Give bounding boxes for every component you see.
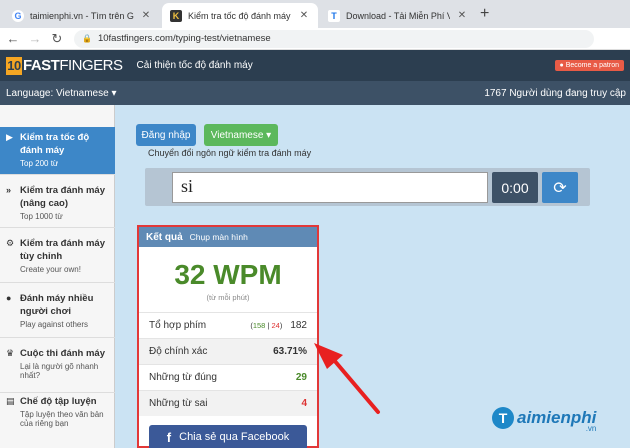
caret-down-icon: ▾ (263, 129, 272, 141)
wrong-words-value: 4 (301, 398, 307, 409)
typing-input[interactable]: si (172, 172, 488, 203)
watermark-initial: T (492, 407, 514, 429)
accuracy-label: Độ chính xác (149, 346, 208, 357)
close-icon[interactable]: ✕ (456, 10, 468, 21)
forward-icon: » (6, 185, 12, 195)
keystrokes-close: ) (279, 321, 283, 330)
browser-toolbar: ← → ↻ 🔒 10fastfingers.com/typing-test/vi… (0, 28, 630, 50)
sidebar-item-multiplayer[interactable]: ● Đánh máy nhiều người chơi Play against … (0, 288, 115, 338)
sidebar-item-sub: Top 1000 từ (20, 212, 63, 221)
online-users-count: 1767 Người dùng đang truy cập (484, 88, 626, 99)
site-subheader: Language: Vietnamese ▾ 1767 Người dùng đ… (0, 81, 630, 105)
reload-icon[interactable]: ↻ (48, 31, 66, 47)
patron-label: Become a patron (565, 62, 619, 69)
site-header: 10 FAST FINGERS Cải thiện tốc độ đánh máy… (0, 50, 630, 81)
taimienphi-watermark: T aimienphi .vn (492, 407, 597, 433)
wpm-value: 32 WPM (174, 259, 282, 290)
logo-mark: 10 (6, 56, 22, 75)
accuracy-value: 63.71% (273, 346, 307, 357)
watermark-brand: aimienphi (517, 408, 597, 427)
keystrokes-row: Tổ hợp phím (158 | 24) 182 (139, 312, 317, 338)
sidebar-item-sub: Tập luyện theo văn bản của riêng bạn (20, 410, 104, 428)
10fastfingers-icon: K (170, 9, 182, 22)
keystrokes-sep: | (267, 321, 270, 330)
correct-words-label: Những từ đúng (149, 372, 217, 383)
chevron-down-icon: ▾ (111, 87, 117, 99)
sidebar-item-label: Cuộc thi đánh máy (20, 348, 105, 359)
sidebar-item-practice[interactable]: ▤ Chế độ tập luyện Tập luyện theo văn bản… (0, 391, 115, 448)
keystrokes-detail: (158 | 24) (250, 321, 282, 330)
tab-label: Kiểm tra tốc độ đánh máy Vietna (188, 10, 292, 21)
sidebar-item-typing-test[interactable]: ▶ Kiểm tra tốc độ đánh máy Top 200 từ (0, 127, 115, 175)
url-text: 10fastfingers.com/typing-test/vietnamese (97, 33, 271, 44)
result-header: Kết quả Chụp màn hình (139, 227, 317, 247)
sidebar-item-sub: Play against others (20, 320, 89, 329)
sidebar-item-label: Kiểm tra tốc độ đánh máy (20, 132, 90, 156)
tab-google-search[interactable]: G taimienphi.vn - Tìm trên Google ✕ (4, 3, 160, 28)
trophy-icon: ♛ (6, 348, 15, 358)
close-icon[interactable]: ✕ (140, 10, 152, 21)
facebook-share-label: Chia sẻ qua Facebook (179, 431, 290, 443)
tab-taimienphi-download[interactable]: T Download - Tải Miễn Phí VN - Ph ✕ (320, 3, 476, 28)
lock-icon: 🔒 (82, 34, 92, 43)
tab-label: Download - Tải Miễn Phí VN - Ph (346, 10, 450, 21)
result-title: Kết quả (146, 231, 183, 243)
sidebar-item-label: Chế độ tập luyện (20, 396, 97, 407)
correct-words-value: 29 (295, 372, 307, 383)
sidebar-item-competition[interactable]: ♛ Cuộc thi đánh máy Lại là người gõ nhanh… (0, 343, 115, 393)
sidebar-item-label: Kiểm tra đánh máy (nâng cao) (20, 185, 105, 209)
correct-words-row: Những từ đúng 29 (139, 364, 317, 390)
keystrokes-wrong: 24 (271, 321, 280, 330)
google-icon: G (12, 9, 24, 22)
facebook-icon: f (166, 429, 172, 445)
timer-display: 0:00 (492, 172, 538, 203)
language-switch-note: Chuyển đổi ngôn ngữ kiểm tra đánh máy (148, 148, 312, 158)
language-dropdown[interactable]: Language: Vietnamese ▾ (6, 88, 117, 99)
language-label: Language: Vietnamese (6, 87, 109, 99)
taimienphi-icon: T (328, 9, 340, 22)
gears-icon: ⚙ (6, 238, 15, 248)
keystrokes-correct: 158 (252, 321, 266, 330)
keyboard-icon: ▶ (6, 132, 13, 142)
logo-fast: FAST (23, 57, 60, 74)
wrong-words-row: Những từ sai 4 (139, 390, 317, 416)
keystrokes-total: 182 (290, 320, 307, 331)
watermark-suffix: .vn (585, 424, 597, 433)
close-icon[interactable]: ✕ (298, 10, 310, 21)
sidebar-item-sub: Lại là người gõ nhanh nhất? (20, 362, 99, 380)
site-tagline: Cải thiện tốc độ đánh máy (136, 60, 253, 71)
facebook-share-button[interactable]: f Chia sẻ qua Facebook (149, 425, 307, 448)
language-select-button[interactable]: Vietnamese ▾ (204, 124, 278, 146)
site-logo[interactable]: 10 FAST FINGERS (6, 56, 123, 75)
address-bar[interactable]: 🔒 10fastfingers.com/typing-test/vietname… (74, 29, 594, 48)
users-icon: ● (6, 293, 12, 303)
become-patron-button[interactable]: ● Become a patron (554, 60, 624, 71)
tab-label: taimienphi.vn - Tìm trên Google (30, 10, 134, 21)
sidebar-item-custom-test[interactable]: ⚙ Kiểm tra đánh máy tùy chỉnh Create your… (0, 233, 115, 283)
refresh-icon: ⟳ (553, 179, 567, 197)
keystrokes-label: Tổ hợp phím (149, 320, 207, 331)
back-arrow-icon[interactable]: ← (4, 31, 22, 46)
book-icon: ▤ (6, 396, 15, 406)
sidebar: ▶ Kiểm tra tốc độ đánh máy Top 200 từ » Ki… (0, 105, 115, 448)
forward-arrow-icon[interactable]: → (26, 31, 44, 46)
sidebar-item-advanced-test[interactable]: » Kiểm tra đánh máy (nâng cao) Top 1000 t… (0, 180, 115, 228)
result-panel: Kết quả Chụp màn hình 32 WPM (từ mỗi phú… (137, 225, 319, 448)
login-button[interactable]: Đăng nhập (136, 124, 196, 146)
sidebar-item-label: Kiểm tra đánh máy tùy chỉnh (20, 238, 105, 262)
logo-fingers: FINGERS (59, 57, 123, 74)
new-tab-button[interactable]: + (480, 5, 489, 23)
browser-tab-strip: G taimienphi.vn - Tìm trên Google ✕ K Ki… (0, 0, 630, 28)
sidebar-item-sub: Top 200 từ (20, 159, 59, 168)
screenshot-link[interactable]: Chụp màn hình (190, 232, 248, 242)
accuracy-row: Độ chính xác 63.71% (139, 338, 317, 364)
wrong-words-label: Những từ sai (149, 398, 208, 409)
language-select-label: Vietnamese (210, 129, 264, 141)
restart-button[interactable]: ⟳ (542, 172, 578, 203)
sidebar-item-label: Đánh máy nhiều người chơi (20, 293, 94, 317)
sidebar-item-sub: Create your own! (20, 265, 81, 274)
wpm-caption: (từ mỗi phút) (206, 293, 250, 302)
tab-10fastfingers[interactable]: K Kiểm tra tốc độ đánh máy Vietna ✕ (162, 3, 318, 28)
